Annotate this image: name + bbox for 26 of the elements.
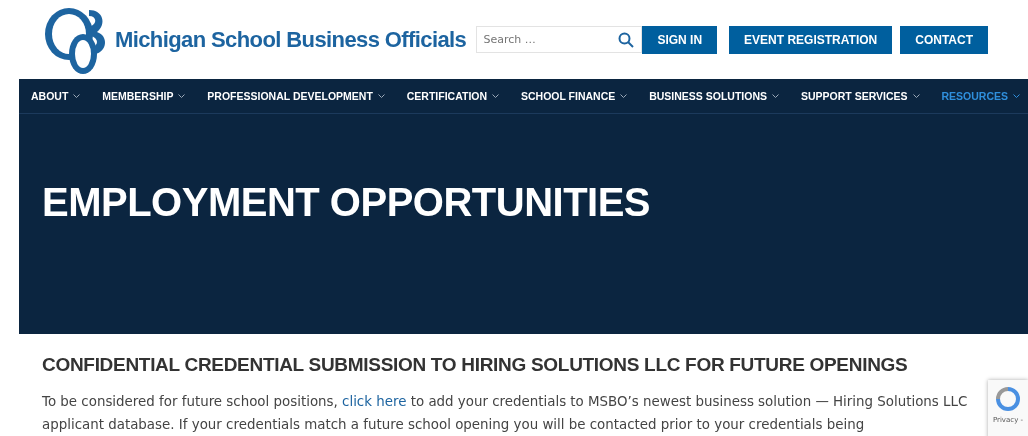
nav-item[interactable]: SUPPORT SERVICES [800, 90, 920, 102]
page-title: EMPLOYMENT OPPORTUNITIES [42, 179, 652, 226]
section-heading: CONFIDENTIAL CREDENTIAL SUBMISSION TO HIRING SOLUTIONS LLC FOR FUTURE OPENINGS [42, 354, 909, 376]
chevron-icon [772, 93, 780, 99]
click-here-link[interactable]: click here [342, 394, 407, 409]
chevron-icon [620, 93, 628, 99]
paragraph: To be considered for future school positions, click here to add your credentials to MSBO’s newest business solution — Hiring Solutions LLC applicant database. If your credentials match a future school opening you will be contacted prior to your credentials being [42, 393, 969, 434]
header-button[interactable]: CONTACT [900, 25, 988, 54]
nav-item[interactable]: SCHOOL FINANCE [520, 90, 628, 102]
search-field[interactable]: Search … [476, 26, 643, 53]
nav-item[interactable]: CERTIFICATION [406, 90, 500, 102]
chevron-icon [178, 93, 186, 99]
chevron-icon [492, 93, 500, 99]
recaptcha-icon [995, 386, 1021, 412]
nav-item[interactable]: RESOURCES [941, 90, 1020, 102]
chevron-icon [73, 93, 81, 99]
header-button[interactable]: EVENT REGISTRATION [729, 25, 893, 54]
nav-item[interactable]: ABOUT [31, 90, 81, 102]
chevron-icon [377, 93, 385, 99]
nav-item[interactable]: PROFESSIONAL DEVELOPMENT [207, 90, 385, 102]
chevron-icon [1012, 93, 1020, 99]
chevron-icon [912, 93, 920, 99]
nav-item[interactable]: BUSINESS SOLUTIONS [649, 90, 780, 102]
site-name[interactable]: Michigan School Business Officials [115, 26, 467, 53]
header-button[interactable]: SIGN IN [642, 25, 718, 54]
nav-item[interactable]: MEMBERSHIP [102, 90, 186, 102]
